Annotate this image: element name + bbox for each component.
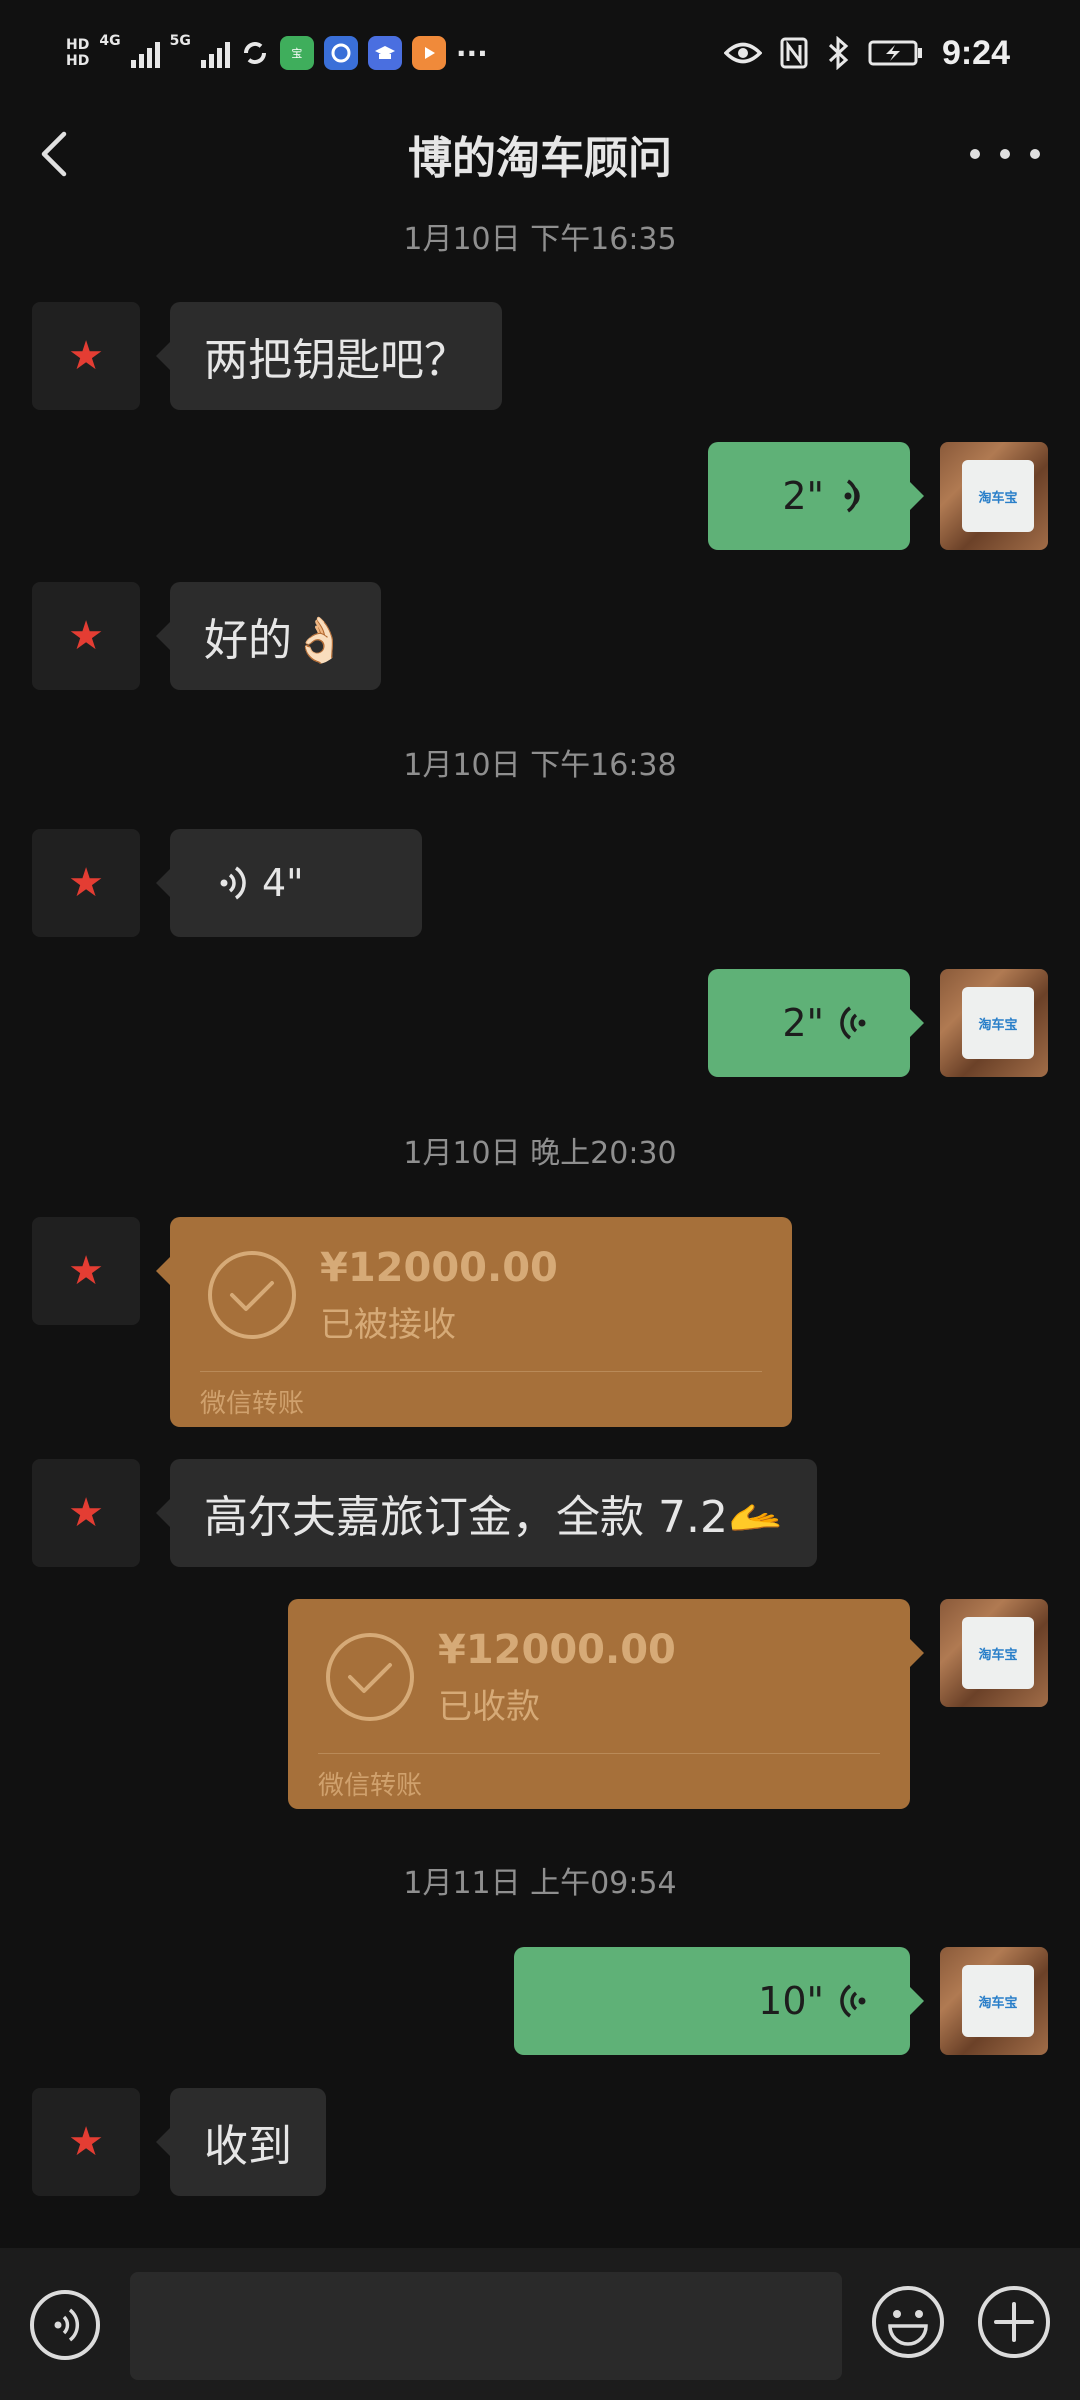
plus-circle-icon[interactable] xyxy=(976,2284,1052,2360)
more-notifications: ··· xyxy=(455,36,488,70)
my-avatar[interactable]: 淘车宝 xyxy=(940,442,1048,550)
voice-input-icon[interactable] xyxy=(28,2288,102,2362)
voice-duration: 10" xyxy=(758,1979,824,2023)
eye-icon xyxy=(723,42,762,64)
brand-card-image: 淘车宝 xyxy=(962,460,1034,532)
star-icon: ★ xyxy=(68,2119,104,2165)
sent-voice-message[interactable]: 2" xyxy=(708,969,924,1077)
contact-avatar[interactable]: ★ xyxy=(32,302,140,410)
voice-wave-icon xyxy=(840,1006,866,1040)
timestamp: 1月10日 晚上20:30 xyxy=(403,1136,677,1171)
star-icon: ★ xyxy=(68,1490,104,1536)
app-notification-icon-2 xyxy=(323,36,358,70)
voice-wave-icon xyxy=(840,1984,866,2018)
received-text-message[interactable]: 收到 xyxy=(156,2088,326,2196)
voice-wave-icon xyxy=(220,866,246,900)
transfer-status: 已被接收 xyxy=(320,1305,456,1345)
clock: 9:24 xyxy=(941,33,1010,72)
voice-wave-icon xyxy=(844,479,860,513)
nfc-icon xyxy=(780,37,808,69)
voice-duration: 2" xyxy=(782,474,824,518)
hd-indicator: HD HD xyxy=(66,37,90,69)
brand-card-image: 淘车宝 xyxy=(962,1965,1034,2037)
my-avatar[interactable]: 淘车宝 xyxy=(940,969,1048,1077)
more-dots-icon[interactable] xyxy=(970,126,1040,182)
status-bar-left: HD HD 4G 5G 宝 ··· xyxy=(66,28,488,78)
my-avatar[interactable]: 淘车宝 xyxy=(940,1947,1048,2055)
transfer-source: 微信转账 xyxy=(318,1771,423,1801)
network-type-4g: 4G xyxy=(99,33,121,49)
signal-icon-2 xyxy=(200,38,230,68)
transfer-status: 已收款 xyxy=(438,1687,540,1727)
contact-avatar[interactable]: ★ xyxy=(32,1459,140,1567)
star-icon: ★ xyxy=(68,1248,104,1294)
transfer-card-received[interactable]: ¥12000.00 已被接收 微信转账 xyxy=(156,1217,792,1427)
play-icon xyxy=(411,36,446,70)
voice-duration: 2" xyxy=(782,1001,824,1045)
transfer-card-sent[interactable]: ¥12000.00 已收款 微信转账 xyxy=(288,1599,924,1809)
sent-voice-message[interactable]: 2" xyxy=(708,442,924,550)
signal-icon xyxy=(130,38,160,68)
timestamp: 1月11日 上午09:54 xyxy=(403,1866,677,1901)
sync-icon xyxy=(243,42,266,64)
star-icon: ★ xyxy=(68,860,104,906)
check-circle-icon xyxy=(326,1633,414,1721)
timestamp: 1月10日 下午16:35 xyxy=(403,222,677,257)
my-avatar[interactable]: 淘车宝 xyxy=(940,1599,1048,1707)
transfer-source: 微信转账 xyxy=(200,1389,305,1419)
graduation-cap-icon xyxy=(367,36,402,70)
contact-avatar[interactable]: ★ xyxy=(32,2088,140,2196)
received-text-message[interactable]: 好的👌🏻 xyxy=(156,582,381,690)
contact-avatar[interactable]: ★ xyxy=(32,582,140,690)
emoji-icon[interactable] xyxy=(870,2284,946,2360)
contact-avatar[interactable]: ★ xyxy=(32,829,140,937)
message-input[interactable] xyxy=(130,2272,842,2380)
divider xyxy=(200,1371,762,1372)
voice-duration: 4" xyxy=(262,861,304,905)
network-type-5g: 5G xyxy=(169,33,191,49)
transfer-amount: ¥12000.00 xyxy=(438,1627,676,1673)
received-text-message[interactable]: 两把钥匙吧？ xyxy=(156,302,502,410)
sent-voice-message[interactable]: 10" xyxy=(514,1947,924,2055)
timestamp: 1月10日 下午16:38 xyxy=(403,748,677,783)
received-voice-message[interactable]: 4" xyxy=(156,829,422,937)
transfer-amount: ¥12000.00 xyxy=(320,1245,558,1291)
brand-card-image: 淘车宝 xyxy=(962,987,1034,1059)
input-bar xyxy=(0,2248,1080,2400)
battery-charging-icon xyxy=(868,40,922,66)
brand-card-image: 淘车宝 xyxy=(962,1617,1034,1689)
status-bar: HD HD 4G 5G 宝 ··· 9:24 xyxy=(0,0,1080,104)
chat-title: 博的淘车顾问 xyxy=(408,133,672,184)
app-notification-icon: 宝 xyxy=(279,36,314,70)
received-text-message[interactable]: 高尔夫嘉旅订金，全款 7.2🫴 xyxy=(156,1459,817,1567)
star-icon: ★ xyxy=(68,333,104,379)
bluetooth-icon xyxy=(828,36,849,70)
chat-header: 博的淘车顾问 xyxy=(0,104,1080,214)
check-circle-icon xyxy=(208,1251,296,1339)
status-bar-right: 9:24 xyxy=(723,28,1010,78)
divider xyxy=(318,1753,880,1754)
star-icon: ★ xyxy=(68,613,104,659)
contact-avatar[interactable]: ★ xyxy=(32,1217,140,1325)
